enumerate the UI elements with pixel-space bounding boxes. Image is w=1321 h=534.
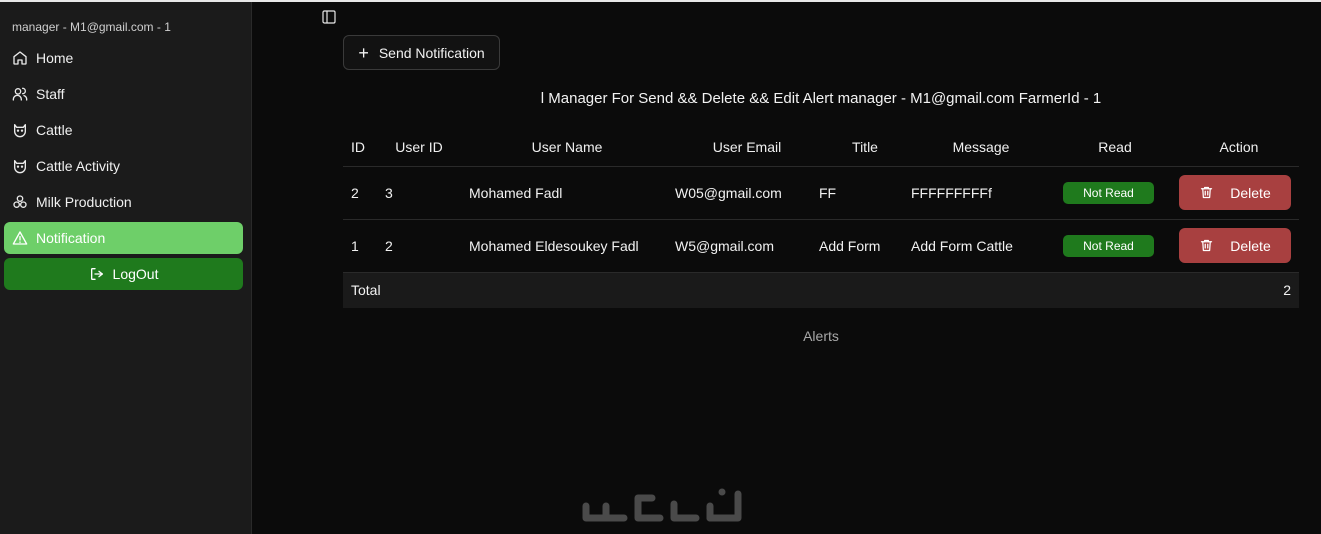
- panel-left-icon: [322, 10, 336, 24]
- cell-user-email: W05@gmail.com: [675, 166, 819, 220]
- header-action[interactable]: Action: [1179, 128, 1299, 167]
- sidebar-item-home[interactable]: Home: [4, 42, 243, 74]
- cat-icon: [12, 158, 28, 174]
- plus-icon: +: [358, 42, 369, 63]
- cat-icon: [12, 122, 28, 138]
- logout-button[interactable]: LogOut: [4, 258, 243, 290]
- sidebar-item-label: Home: [36, 50, 74, 66]
- table-row[interactable]: 1 2 Mohamed Eldesoukey Fadl W5@gmail.com…: [343, 219, 1299, 273]
- sidebar-item-label: Notification: [36, 230, 106, 246]
- total-label: Total: [343, 272, 1179, 308]
- table-header-row: ID User ID User Name User Email Title Me…: [343, 128, 1299, 167]
- sidebar-toggle-button[interactable]: [320, 8, 338, 26]
- delete-label: Delete: [1230, 184, 1271, 201]
- header-read[interactable]: Read: [1051, 128, 1179, 167]
- cell-user-id: 2: [379, 219, 459, 273]
- send-notification-label: Send Notification: [378, 44, 485, 61]
- trash-icon: [1201, 186, 1213, 199]
- cell-action: Delete: [1179, 166, 1299, 220]
- cell-message: Add Form Cattle: [911, 219, 1051, 273]
- cell-user-name: Mohamed Eldesoukey Fadl: [459, 219, 675, 273]
- table-footer-caption: Alerts: [803, 328, 839, 344]
- table-total-row: Total 2: [343, 272, 1299, 308]
- cell-id: 2: [343, 166, 379, 220]
- header-user-email[interactable]: User Email: [675, 128, 819, 167]
- alert-triangle-icon: [12, 230, 28, 246]
- delete-label: Delete: [1230, 237, 1271, 254]
- cell-id: 1: [343, 219, 379, 273]
- table-row[interactable]: 2 3 Mohamed Fadl W05@gmail.com FF FFFFFF…: [343, 166, 1299, 220]
- delete-button[interactable]: Delete: [1179, 175, 1291, 210]
- sidebar-item-cattle[interactable]: Cattle: [4, 114, 243, 146]
- sidebar-item-cattle-activity[interactable]: Cattle Activity: [4, 150, 243, 182]
- sidebar-item-notification[interactable]: Notification: [4, 222, 243, 254]
- total-value: 2: [1179, 272, 1299, 308]
- read-status-badge: Not Read: [1063, 181, 1154, 204]
- send-notification-button[interactable]: + Send Notification: [343, 35, 500, 70]
- cell-title: Add Form: [819, 219, 911, 273]
- watermark-logo: [582, 488, 742, 522]
- sidebar-item-label: Milk Production: [36, 194, 132, 210]
- home-icon: [12, 50, 28, 66]
- alerts-table: ID User ID User Name User Email Title Me…: [343, 128, 1299, 308]
- header-user-name[interactable]: User Name: [459, 128, 675, 167]
- users-icon: [12, 86, 28, 102]
- header-id[interactable]: ID: [343, 128, 379, 167]
- header-user-id[interactable]: User ID: [379, 128, 459, 167]
- trash-icon: [1201, 239, 1213, 252]
- logout-label: LogOut: [112, 266, 159, 282]
- cell-read: Not Read: [1051, 219, 1179, 273]
- cell-title: FF: [819, 166, 911, 220]
- read-status-badge: Not Read: [1063, 234, 1154, 257]
- sidebar-item-staff[interactable]: Staff: [4, 78, 243, 110]
- cell-action: Delete: [1179, 219, 1299, 273]
- milk-icon: [12, 194, 28, 210]
- cell-user-email: W5@gmail.com: [675, 219, 819, 273]
- cell-message: FFFFFFFFFf: [911, 166, 1051, 220]
- cell-user-name: Mohamed Fadl: [459, 166, 675, 220]
- cell-read: Not Read: [1051, 166, 1179, 220]
- table-caption: l Manager For Send && Delete && Edit Ale…: [540, 90, 1102, 107]
- sidebar-user-label: manager - M1@gmail.com - 1: [12, 20, 171, 34]
- sidebar: manager - M1@gmail.com - 1 Home Staff Ca…: [0, 2, 252, 534]
- header-title[interactable]: Title: [819, 128, 911, 167]
- sidebar-item-milk-production[interactable]: Milk Production: [4, 186, 243, 218]
- log-out-icon: [89, 266, 105, 282]
- delete-button[interactable]: Delete: [1179, 228, 1291, 263]
- sidebar-item-label: Cattle: [36, 122, 73, 138]
- cell-user-id: 3: [379, 166, 459, 220]
- header-message[interactable]: Message: [911, 128, 1051, 167]
- sidebar-nav: Home Staff Cattle Cattle Activity Milk P…: [4, 42, 243, 290]
- sidebar-item-label: Staff: [36, 86, 65, 102]
- sidebar-item-label: Cattle Activity: [36, 158, 121, 174]
